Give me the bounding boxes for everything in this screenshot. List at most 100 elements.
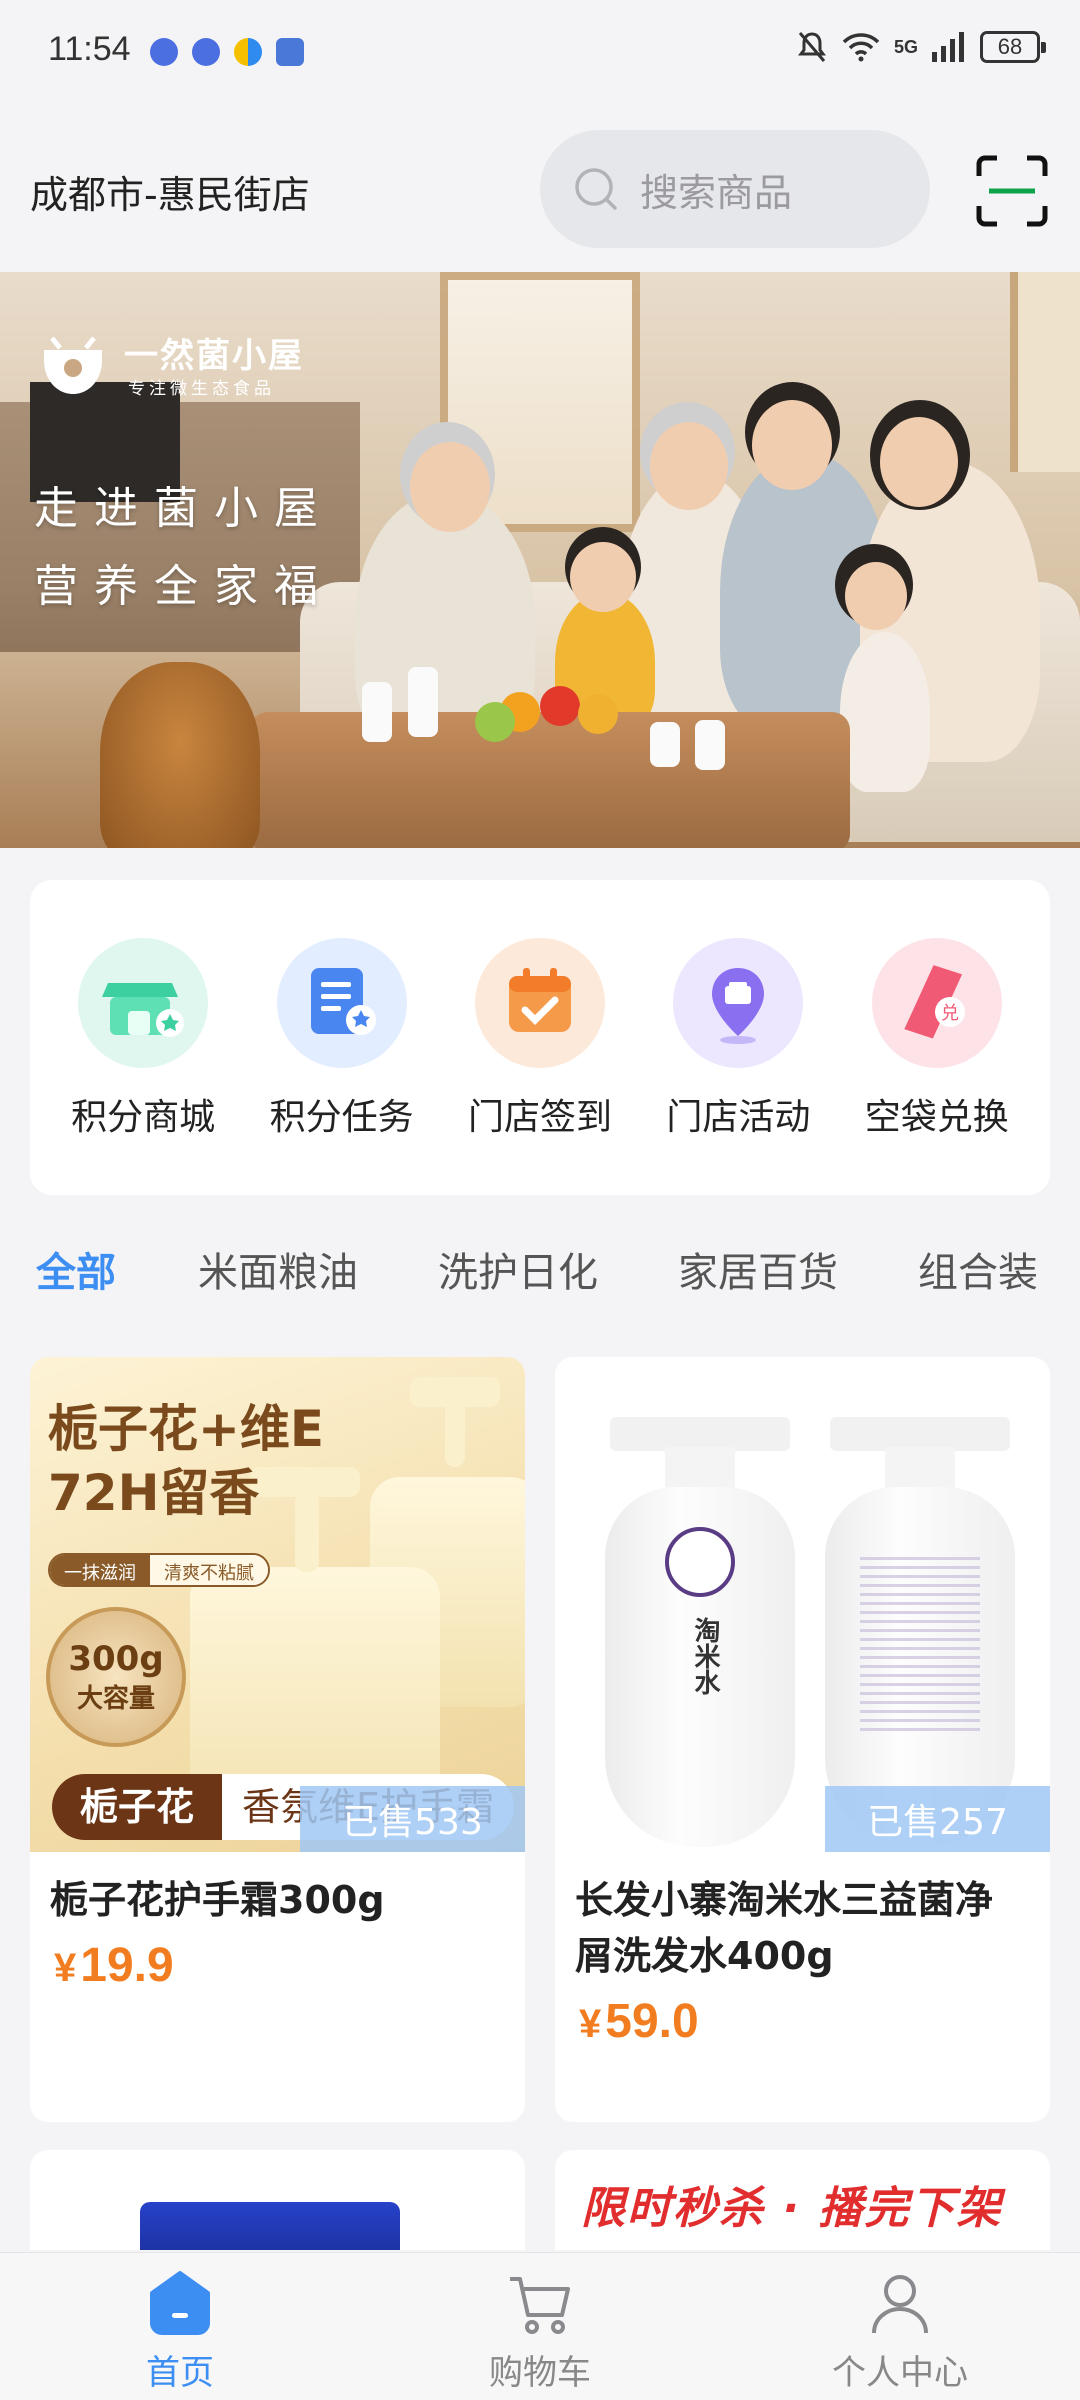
battery-indicator: 68 bbox=[980, 31, 1046, 63]
product-name: 长发小寨淘米水三益菌净屑洗发水400g bbox=[575, 1878, 994, 1978]
tab-personal-care[interactable]: 洗护日化 bbox=[438, 1240, 598, 1298]
price-currency: ¥ bbox=[54, 1946, 77, 1990]
image-feature-pill: 一抹滋润 清爽不粘腻 bbox=[48, 1553, 270, 1587]
quick-entries-card: 积分商城 积分任务 门店签到 门店活动 兑 空袋兑换 bbox=[30, 880, 1050, 1195]
mute-icon bbox=[797, 32, 826, 62]
yogurt-bottle-decoration bbox=[408, 667, 438, 737]
entry-store-activity[interactable]: 门店活动 bbox=[643, 880, 833, 1195]
status-indicators: 5G 68 bbox=[796, 30, 1046, 64]
brand-name: 一然菌小屋 bbox=[124, 336, 304, 376]
entry-label: 门店活动 bbox=[666, 1097, 811, 1138]
banner-slogan-line2: 营养全家福 bbox=[34, 561, 334, 612]
image-headline-line1: 栀子花+维E bbox=[48, 1400, 325, 1458]
fruit-decoration bbox=[475, 702, 515, 742]
fruit-decoration bbox=[540, 686, 580, 726]
family-member-figure bbox=[840, 632, 930, 792]
wifi-icon bbox=[842, 33, 880, 62]
points-task-icon bbox=[276, 938, 407, 1068]
status-time: 11:54 bbox=[48, 30, 131, 68]
entry-store-checkin[interactable]: 门店签到 bbox=[445, 880, 635, 1195]
scan-icon[interactable] bbox=[975, 154, 1049, 228]
flash-sale-text: 限时秒杀 · 播完下架 bbox=[581, 2183, 1003, 2234]
app-notification-icon bbox=[192, 38, 220, 66]
product-card[interactable]: 淘米水 已售257 长发小寨淘米水三益菌净屑洗发水400g ¥59.0 bbox=[555, 1357, 1050, 2122]
app-notification-icon bbox=[150, 38, 178, 66]
tag-left: 栀子花 bbox=[52, 1774, 223, 1840]
entry-label: 积分任务 bbox=[269, 1097, 414, 1138]
product-name: 栀子花护手霜300g bbox=[50, 1878, 385, 1922]
store-checkin-icon bbox=[474, 938, 605, 1068]
product-card-partial[interactable] bbox=[30, 2150, 525, 2250]
yogurt-bottle-decoration bbox=[650, 722, 680, 767]
top-header: 成都市-惠民街店 搜索商品 bbox=[0, 104, 1080, 272]
entry-label: 空袋兑换 bbox=[864, 1097, 1009, 1138]
nav-cart[interactable]: 购物车 bbox=[360, 2253, 720, 2400]
app-notification-icon bbox=[276, 38, 304, 66]
brand-subtitle: 专注微生态食品 bbox=[128, 379, 275, 399]
yogurt-bottle-decoration bbox=[362, 682, 392, 742]
brand-logo-icon bbox=[44, 336, 102, 394]
bottle-label: 淘米水 bbox=[690, 1617, 720, 1695]
image-headline-line2: 72H留香 bbox=[48, 1464, 260, 1522]
search-placeholder: 搜索商品 bbox=[640, 170, 793, 215]
app-notification-icon bbox=[234, 38, 262, 66]
dog-decoration bbox=[100, 662, 260, 848]
capacity-value: 300g bbox=[68, 1638, 164, 1679]
network-type-label: 5G bbox=[893, 36, 918, 57]
fruit-decoration bbox=[578, 694, 618, 734]
status-notification-icons bbox=[150, 38, 304, 66]
product-image: 淘米水 已售257 bbox=[555, 1357, 1050, 1852]
profile-icon bbox=[872, 2275, 928, 2334]
tab-all[interactable]: 全部 bbox=[36, 1240, 116, 1298]
capacity-seal: 300g 大容量 bbox=[46, 1607, 186, 1747]
search-icon bbox=[575, 168, 617, 210]
lotion-pump-decoration bbox=[445, 1397, 465, 1467]
product-card[interactable]: 栀子花+维E 72H留香 一抹滋润 清爽不粘腻 300g 大容量 栀子花 香氛维… bbox=[30, 1357, 525, 2122]
family-member-face bbox=[845, 562, 907, 630]
product-bag-decoration bbox=[140, 2202, 400, 2250]
product-card-partial[interactable]: 限时秒杀 · 播完下架 bbox=[555, 2150, 1050, 2250]
nav-label: 个人中心 bbox=[832, 2353, 968, 2393]
family-member-face bbox=[880, 417, 958, 507]
family-member-face bbox=[752, 400, 832, 490]
nav-label: 首页 bbox=[146, 2353, 214, 2393]
points-mall-icon bbox=[78, 938, 209, 1068]
bottle-logo-icon bbox=[665, 1527, 735, 1597]
category-tabs: 全部 米面粮油 洗护日化 家居百货 组合装 bbox=[0, 1220, 1080, 1310]
entry-points-mall[interactable]: 积分商城 bbox=[48, 880, 238, 1195]
price-value: 19.9 bbox=[80, 1939, 174, 1992]
feature-pill-left: 一抹滋润 bbox=[50, 1555, 150, 1585]
entry-label: 积分商城 bbox=[71, 1097, 216, 1138]
price-value: 59.0 bbox=[605, 1995, 699, 2048]
feature-pill-right: 清爽不粘腻 bbox=[150, 1555, 268, 1585]
nav-label: 购物车 bbox=[489, 2353, 591, 2393]
entry-points-task[interactable]: 积分任务 bbox=[247, 880, 437, 1195]
promo-banner[interactable]: 一然菌小屋 专注微生态食品 走进菌小屋 营养全家福 bbox=[0, 272, 1080, 848]
image-headline: 栀子花+维E 72H留香 bbox=[48, 1397, 324, 1525]
banner-slogan-line1: 走进菌小屋 bbox=[34, 483, 334, 534]
cart-icon bbox=[510, 2277, 570, 2334]
price-currency: ¥ bbox=[579, 2002, 602, 2046]
capacity-label: 大容量 bbox=[76, 1683, 155, 1714]
tab-grain-oil[interactable]: 米面粮油 bbox=[198, 1240, 358, 1298]
search-input[interactable]: 搜索商品 bbox=[540, 130, 930, 248]
store-location[interactable]: 成都市-惠民街店 bbox=[30, 164, 310, 219]
nav-profile[interactable]: 个人中心 bbox=[720, 2253, 1080, 2400]
entry-label: 门店签到 bbox=[467, 1097, 612, 1138]
status-bar: 11:54 5G 68 bbox=[0, 0, 1080, 104]
entry-bag-exchange[interactable]: 兑 空袋兑换 bbox=[842, 880, 1032, 1195]
sold-count-badge: 已售533 bbox=[300, 1786, 525, 1852]
nav-home[interactable]: 首页 bbox=[0, 2253, 360, 2400]
tab-combo[interactable]: 组合装 bbox=[918, 1240, 1038, 1298]
product-price: ¥59.0 bbox=[555, 1984, 1050, 2049]
fruit-plate-decoration bbox=[470, 686, 640, 752]
tab-household[interactable]: 家居百货 bbox=[678, 1240, 838, 1298]
home-icon bbox=[150, 2271, 210, 2335]
product-price: ¥19.9 bbox=[30, 1928, 525, 1993]
family-member-face bbox=[410, 442, 490, 532]
family-member-face bbox=[570, 542, 636, 612]
sold-count-badge: 已售257 bbox=[825, 1786, 1050, 1852]
bottom-navigation: 首页 购物车 个人中心 bbox=[0, 2252, 1080, 2400]
yogurt-bottle-decoration bbox=[695, 720, 725, 770]
bottle-cap-decoration bbox=[610, 1417, 790, 1451]
